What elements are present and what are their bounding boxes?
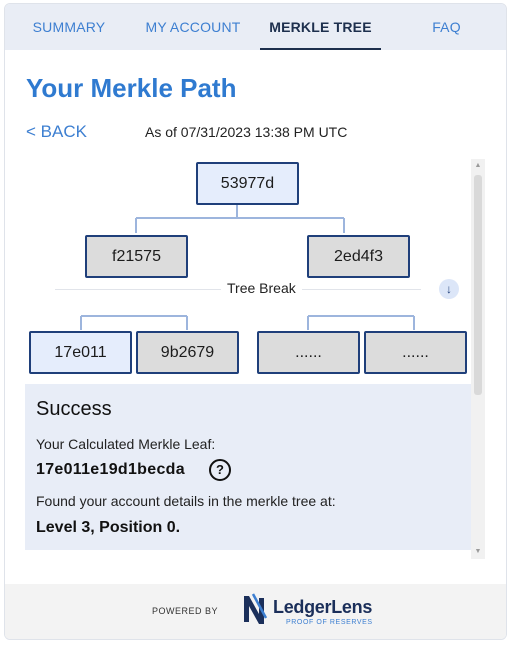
tree-break: Tree Break [55, 279, 421, 299]
footer: POWERED BY LedgerLens PROOF OF RESERVES [5, 584, 506, 639]
tree-node-level3-2: ...... [257, 331, 360, 374]
tab-faq[interactable]: FAQ [385, 4, 506, 50]
ledgerlens-logo-icon [244, 593, 268, 624]
tree-node-level2-left: f21575 [85, 235, 188, 278]
page-title: Your Merkle Path [26, 73, 237, 103]
scroll-thumb[interactable] [474, 175, 482, 395]
tree-node-level3-0: 17e011 [29, 331, 132, 374]
tree-node-level3-3: ...... [364, 331, 467, 374]
as-of-timestamp: As of 07/31/2023 13:38 PM UTC [145, 124, 348, 140]
tab-summary[interactable]: SUMMARY [5, 4, 133, 50]
success-title: Success [36, 398, 112, 420]
powered-by-label: POWERED BY [152, 606, 219, 616]
scrollbar[interactable]: ▲ ▼ [471, 159, 485, 559]
brand-name: LedgerLens [273, 597, 373, 617]
tree-node-level2-right: 2ed4f3 [307, 235, 410, 278]
tree-node-root: 53977d [196, 162, 299, 205]
tree-break-label: Tree Break [221, 280, 302, 296]
found-label: Found your account details in the merkle… [36, 493, 336, 509]
tab-my-account[interactable]: MY ACCOUNT [133, 4, 253, 50]
scroll-up-icon[interactable]: ▲ [471, 159, 485, 173]
tab-bar: SUMMARY MY ACCOUNT MERKLE TREE FAQ [5, 4, 506, 50]
tree-node-level3-1: 9b2679 [136, 331, 239, 374]
back-link[interactable]: < BACK [26, 122, 87, 142]
arrow-down-icon[interactable]: ↓ [439, 279, 459, 299]
success-panel: Success Your Calculated Merkle Leaf: 17e… [25, 384, 471, 550]
merkle-path-panel: 53977d f21575 2ed4f3 Tree Break ↓ 17e011… [25, 159, 471, 559]
position-value: Level 3, Position 0. [36, 519, 181, 536]
scroll-down-icon[interactable]: ▼ [471, 545, 485, 559]
merkle-card: SUMMARY MY ACCOUNT MERKLE TREE FAQ Your … [4, 3, 507, 640]
tab-merkle-tree[interactable]: MERKLE TREE [260, 4, 381, 50]
leaf-label: Your Calculated Merkle Leaf: [36, 436, 216, 452]
brand-tagline: PROOF OF RESERVES [286, 619, 373, 626]
leaf-value: 17e011e19d1becda [36, 461, 185, 478]
question-circle-icon[interactable]: ? [209, 459, 231, 481]
